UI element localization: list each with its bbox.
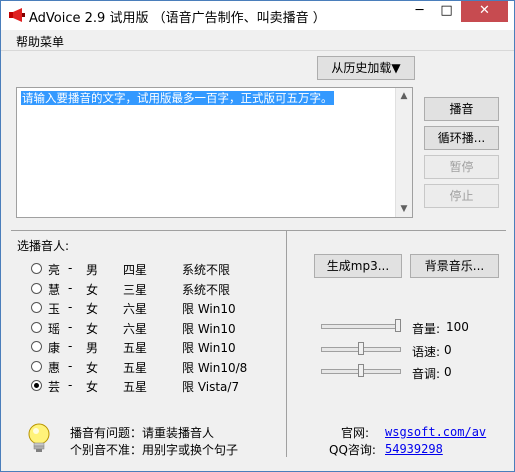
slider-thumb[interactable] [395, 319, 401, 332]
loop-play-button[interactable]: 循环播... [424, 126, 499, 150]
voice-name: 瑶 [48, 322, 61, 336]
voice-compat: 限 Win10 [182, 322, 236, 336]
voice-separator: - [68, 378, 73, 392]
radio-button[interactable] [31, 380, 42, 391]
speed-label: 语速: [412, 345, 441, 359]
website-link[interactable]: wsgsoft.com/av [385, 425, 486, 439]
text-scrollbar[interactable]: ▲ ▼ [395, 88, 412, 217]
slider-track [321, 324, 401, 329]
voice-gender: 女 [86, 283, 99, 297]
radio-button[interactable] [31, 361, 42, 372]
website-label: 官网: [341, 426, 370, 440]
voice-stars: 四星 [123, 263, 148, 277]
voice-gender: 男 [86, 341, 99, 355]
scroll-up-icon[interactable]: ▲ [396, 88, 412, 104]
close-button[interactable]: ✕ [461, 1, 508, 22]
voice-name: 玉 [48, 302, 61, 316]
voice-stars: 六星 [123, 322, 148, 336]
voice-compat: 限 Win10 [182, 302, 236, 316]
background-music-button[interactable]: 背景音乐... [410, 254, 499, 278]
voice-compat: 限 Win10 [182, 341, 236, 355]
window-title: AdVoice 2.9 试用版 （语音广告制作、叫卖播音 ） [29, 11, 326, 26]
menu-bar: 帮助菜单 [1, 30, 514, 51]
slider-thumb[interactable] [358, 342, 364, 355]
pitch-slider[interactable] [321, 364, 401, 378]
voice-name: 慧 [48, 283, 61, 297]
voice-stars: 六星 [123, 302, 148, 316]
voice-separator: - [68, 281, 73, 295]
voice-stars: 五星 [123, 380, 148, 394]
slider-thumb[interactable] [358, 364, 364, 377]
column-divider [286, 230, 287, 457]
radio-button[interactable] [31, 302, 42, 313]
speech-text-content: 请输入要播音的文字，试用版最多一百字，正式版可五万字。 [21, 91, 334, 105]
volume-slider[interactable] [321, 319, 401, 333]
menu-help[interactable]: 帮助菜单 [16, 33, 64, 50]
megaphone-icon [9, 8, 25, 22]
voice-stars: 五星 [123, 341, 148, 355]
radio-selected-dot [34, 383, 39, 388]
section-divider [11, 230, 506, 231]
voice-compat: 限 Win10/8 [182, 361, 248, 375]
voice-gender: 女 [86, 361, 99, 375]
radio-button[interactable] [31, 341, 42, 352]
tip-line-2: 个别音不准：用别字或换个句子 [70, 443, 239, 457]
voice-name: 亮 [48, 263, 61, 277]
pitch-value: 0 [444, 365, 452, 379]
play-button[interactable]: 播音 [424, 97, 499, 121]
lightbulb-icon [28, 423, 50, 452]
pitch-label: 音调: [412, 367, 441, 381]
radio-button[interactable] [31, 263, 42, 274]
voice-compat: 系统不限 [182, 283, 231, 297]
voice-separator: - [68, 339, 73, 353]
voice-separator: - [68, 320, 73, 334]
voice-gender: 男 [86, 263, 99, 277]
voice-gender: 女 [86, 322, 99, 336]
speech-text-input[interactable]: 请输入要播音的文字，试用版最多一百字，正式版可五万字。 ▲ ▼ [16, 87, 413, 218]
volume-label: 音量: [412, 322, 441, 336]
voice-gender: 女 [86, 302, 99, 316]
generate-mp3-button[interactable]: 生成mp3... [314, 254, 402, 278]
voice-name: 芸 [48, 380, 61, 394]
voice-name: 康 [48, 341, 61, 355]
title-bar[interactable]: AdVoice 2.9 试用版 （语音广告制作、叫卖播音 ） ─ □ ✕ [1, 1, 514, 30]
radio-button[interactable] [31, 283, 42, 294]
volume-value: 100 [446, 320, 469, 334]
main-window: AdVoice 2.9 试用版 （语音广告制作、叫卖播音 ） ─ □ ✕ 帮助菜… [0, 0, 515, 472]
voice-stars: 五星 [123, 361, 148, 375]
scroll-down-icon[interactable]: ▼ [396, 201, 412, 217]
voice-separator: - [68, 300, 73, 314]
voice-gender: 女 [86, 380, 99, 394]
voice-stars: 三星 [123, 283, 148, 297]
minimize-button[interactable]: ─ [406, 1, 433, 22]
tip-line-1: 播音有问题：请重装播音人 [70, 426, 215, 440]
voice-separator: - [68, 261, 73, 275]
voice-compat: 限 Vista/7 [182, 380, 240, 394]
voice-select-label: 选播音人: [17, 239, 70, 253]
qq-label: QQ咨询: [329, 443, 376, 457]
pause-button[interactable]: 暂停 [424, 155, 499, 179]
radio-button[interactable] [31, 322, 42, 333]
voice-name: 惠 [48, 361, 61, 375]
history-load-button[interactable]: 从历史加载▼ [317, 56, 415, 80]
voice-compat: 系统不限 [182, 263, 231, 277]
qq-link[interactable]: 54939298 [385, 442, 443, 456]
voice-separator: - [68, 359, 73, 373]
speed-value: 0 [444, 343, 452, 357]
speed-slider[interactable] [321, 342, 401, 356]
stop-button[interactable]: 停止 [424, 184, 499, 208]
maximize-button[interactable]: □ [433, 1, 460, 22]
